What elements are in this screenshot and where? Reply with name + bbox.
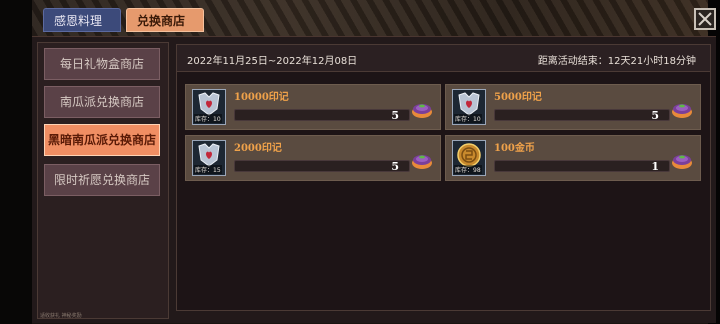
- sidebar-item-daily-gift-box-shop[interactable]: 每日礼物盒商店: [44, 48, 160, 80]
- item-name: 5000印记: [494, 92, 542, 103]
- event-countdown: 距离活动结束：12天21小时18分钟: [537, 56, 696, 67]
- dark-pumpkin-pie-icon: [672, 104, 692, 118]
- item-stock: 库存：10: [454, 114, 482, 123]
- event-date-range: 2022年11月25日~2022年12月08日: [187, 56, 358, 67]
- item-price-bar: 1: [494, 160, 670, 173]
- item-stock: 库存：98: [454, 165, 482, 174]
- shop-item[interactable]: 库存：10 5000印记 5: [445, 84, 701, 130]
- sidebar-item-pumpkin-pie-shop[interactable]: 南瓜派兑换商店: [44, 86, 160, 118]
- dark-pumpkin-pie-icon: [412, 155, 432, 169]
- item-icon-box: 库存：98: [452, 140, 486, 176]
- item-icon-box: 库存：10: [452, 89, 486, 125]
- shop-sidebar: 每日礼物盒商店 南瓜派兑换商店 黑暗南瓜派兑换商店 限时祈愿兑换商店: [37, 42, 169, 319]
- item-stock: 库存：10: [194, 114, 222, 123]
- sidebar-footnote: 适收获礼 神秘奖励: [40, 313, 82, 319]
- dark-pumpkin-pie-icon: [412, 104, 432, 118]
- item-name: 100金币: [494, 143, 535, 154]
- dark-pumpkin-pie-icon: [672, 155, 692, 169]
- tab-exchange-shop[interactable]: 兑换商店: [126, 8, 204, 32]
- shop-item[interactable]: 库存：10 10000印记 5: [185, 84, 441, 130]
- close-button[interactable]: [694, 8, 716, 30]
- left-edge: [0, 0, 32, 324]
- item-name: 10000印记: [234, 92, 289, 103]
- sidebar-item-limited-wish-shop[interactable]: 限时祈愿兑换商店: [44, 164, 160, 196]
- sidebar-item-dark-pumpkin-pie-shop[interactable]: 黑暗南瓜派兑换商店: [44, 124, 160, 156]
- item-name: 2000印记: [234, 143, 282, 154]
- item-price-bar: 5: [494, 109, 670, 122]
- close-icon: [698, 12, 712, 26]
- item-price: 5: [391, 160, 399, 173]
- shop-item[interactable]: 库存：15 2000印记 5: [185, 135, 441, 181]
- shop-item[interactable]: 库存：98 100金币 1: [445, 135, 701, 181]
- item-price-bar: 5: [234, 109, 410, 122]
- item-price: 5: [391, 109, 399, 122]
- event-header: 2022年11月25日~2022年12月08日 距离活动结束：12天21小时18…: [176, 44, 711, 72]
- item-icon-box: 库存：10: [192, 89, 226, 125]
- item-price: 5: [651, 109, 659, 122]
- item-icon-box: 库存：15: [192, 140, 226, 176]
- item-price-bar: 5: [234, 160, 410, 173]
- item-stock: 库存：15: [194, 165, 222, 174]
- tab-thanksgiving-cooking[interactable]: 感恩料理活动: [43, 8, 121, 52]
- item-price: 1: [651, 160, 659, 173]
